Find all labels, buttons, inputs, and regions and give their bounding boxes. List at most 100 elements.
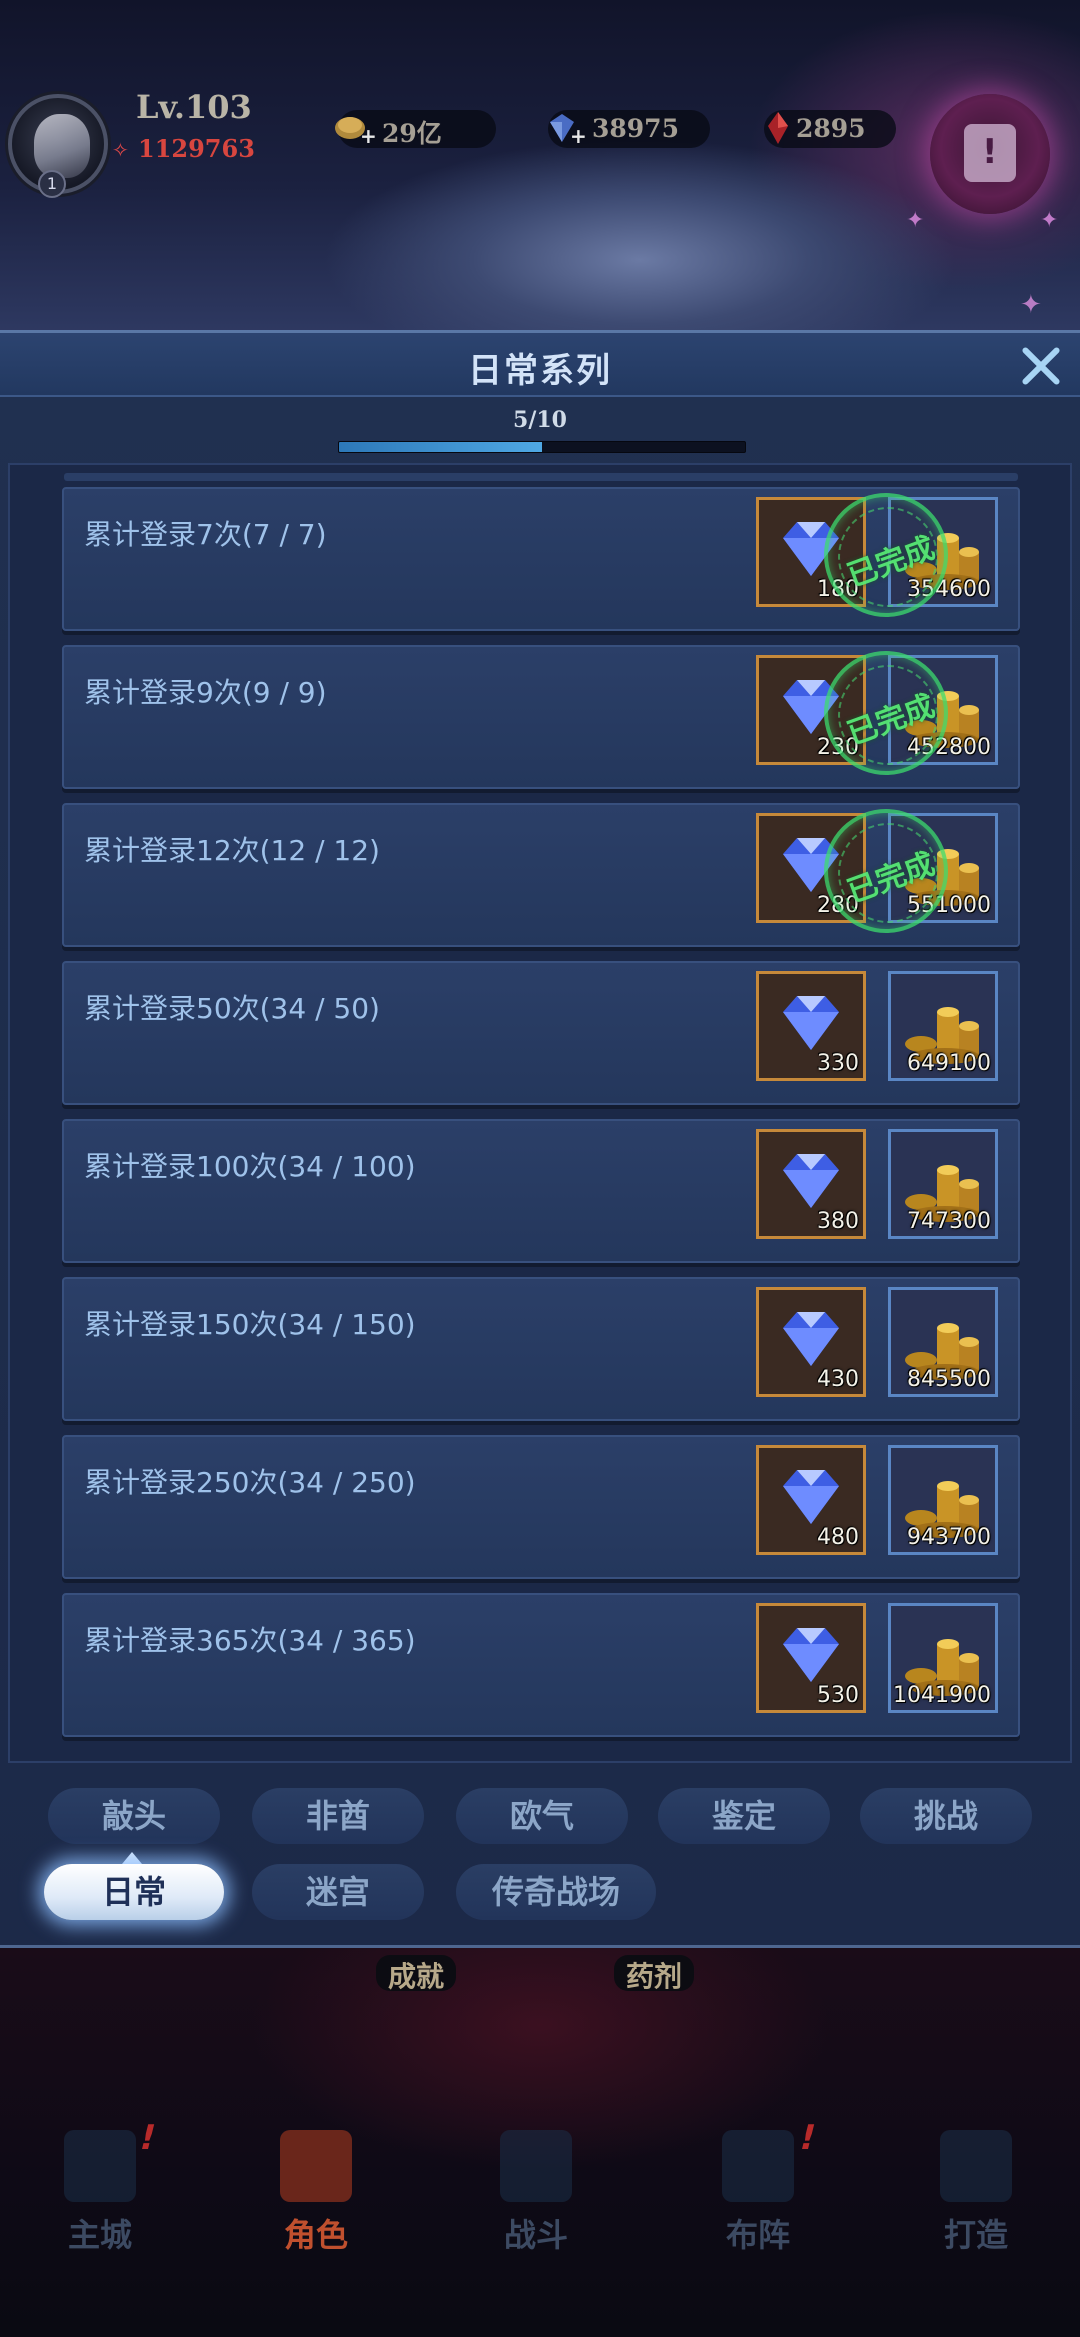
stamp-text: 已完成 <box>842 846 940 911</box>
resource-diamond[interactable]: + 38975 <box>548 110 710 148</box>
tab-jianding[interactable]: 鉴定 <box>658 1788 830 1844</box>
completed-stamp: 已完成 <box>824 651 948 775</box>
nav-main-city[interactable]: 主城 <box>30 2130 170 2280</box>
top-background <box>0 0 1080 340</box>
list-divider <box>64 473 1018 481</box>
gold-reward[interactable]: 747300 <box>888 1129 998 1239</box>
gold-reward[interactable]: 649100 <box>888 971 998 1081</box>
gold-reward[interactable]: 943700 <box>888 1445 998 1555</box>
gold-value: 29亿 <box>382 119 442 148</box>
nav-forge[interactable]: 打造 <box>906 2130 1046 2280</box>
nav-character[interactable]: 角色 <box>246 2130 386 2280</box>
gold-reward[interactable]: 1041900 <box>888 1603 998 1713</box>
task-row[interactable]: 累计登录150次(34 / 150) 430 845500 <box>62 1277 1020 1421</box>
completed-stamp: 已完成 <box>824 493 948 617</box>
task-row[interactable]: 累计登录9次(9 / 9) 230 452800 已完成 <box>62 645 1020 789</box>
task-label: 累计登录50次(34 / 50) <box>84 992 380 1025</box>
gem-reward[interactable]: 480 <box>756 1445 866 1555</box>
anvil-icon <box>940 2130 1012 2202</box>
panel-header: 日常系列 <box>0 333 1080 397</box>
task-row[interactable]: 累计登录250次(34 / 250) 480 943700 <box>62 1435 1020 1579</box>
nav-formation[interactable]: 布阵 <box>688 2130 828 2280</box>
sparkle-icon: ✦ <box>1020 290 1042 320</box>
tab-qiaotou[interactable]: 敲头 <box>48 1788 220 1844</box>
formation-icon <box>722 2130 794 2202</box>
gem-qty: 380 <box>817 1209 859 1234</box>
combat-power-value: 1129763 <box>138 134 255 163</box>
progress-fill <box>339 442 542 452</box>
close-button[interactable] <box>1014 339 1068 393</box>
achievement-label[interactable]: 成就 <box>376 1955 457 1993</box>
gem-qty: 430 <box>817 1367 859 1392</box>
completed-stamp: 已完成 <box>824 809 948 933</box>
add-gold-icon[interactable]: + <box>360 124 377 148</box>
sparkle-icon: ✦ <box>1040 208 1059 233</box>
task-label: 累计登录7次(7 / 7) <box>84 518 327 551</box>
tab-feiqiu[interactable]: 非酋 <box>252 1788 424 1844</box>
resource-gold[interactable]: + 29亿 <box>335 110 496 148</box>
nav-label: 布阵 <box>725 2216 790 2254</box>
gem-qty: 530 <box>817 1683 859 1708</box>
daily-series-panel: 日常系列 5/10 累计登录7次(7 / 7) 180 354600 已完成 累… <box>0 330 1080 1948</box>
task-row[interactable]: 累计登录50次(34 / 50) 330 649100 <box>62 961 1020 1105</box>
gold-reward[interactable]: 845500 <box>888 1287 998 1397</box>
tab-tiaozhan[interactable]: 挑战 <box>860 1788 1032 1844</box>
combat-power: ✧ 1129763 <box>112 134 302 168</box>
task-row[interactable]: 累计登录100次(34 / 100) 380 747300 <box>62 1119 1020 1263</box>
quest-scroll-button[interactable] <box>930 94 1050 214</box>
task-label: 累计登录100次(34 / 100) <box>84 1150 416 1183</box>
gold-qty: 943700 <box>907 1525 991 1550</box>
diamond-value: 38975 <box>592 114 679 143</box>
gold-qty: 845500 <box>907 1367 991 1392</box>
player-level: Lv.103 <box>136 88 252 126</box>
nav-label: 战斗 <box>503 2216 568 2254</box>
task-label: 累计登录250次(34 / 250) <box>84 1466 416 1499</box>
stamp-text: 已完成 <box>842 530 940 595</box>
tab-chuanqi-zhanchang[interactable]: 传奇战场 <box>456 1864 656 1920</box>
crossed-swords-icon <box>500 2130 572 2202</box>
potion-label[interactable]: 药剂 <box>614 1955 695 1993</box>
active-tab-indicator <box>122 1852 142 1864</box>
task-label: 累计登录12次(12 / 12) <box>84 834 380 867</box>
gold-qty: 1041900 <box>893 1683 991 1708</box>
add-diamond-icon[interactable]: + <box>570 124 587 148</box>
nav-label: 打造 <box>943 2216 1008 2254</box>
ruby-icon <box>768 112 788 144</box>
diamond-icon <box>783 996 839 1050</box>
sword-icon: ✧ <box>112 138 129 162</box>
resource-ruby[interactable]: 2895 <box>764 110 896 148</box>
tab-ouqi[interactable]: 欧气 <box>456 1788 628 1844</box>
avatar-portrait <box>34 114 90 178</box>
panel-title: 日常系列 <box>468 351 612 391</box>
gem-reward[interactable]: 380 <box>756 1129 866 1239</box>
task-label: 累计登录150次(34 / 150) <box>84 1308 416 1341</box>
helmet-icon <box>280 2130 352 2202</box>
tab-richang[interactable]: 日常 <box>44 1864 224 1920</box>
tab-migong[interactable]: 迷宫 <box>252 1864 424 1920</box>
task-row[interactable]: 累计登录7次(7 / 7) 180 354600 已完成 <box>62 487 1020 631</box>
diamond-icon <box>783 1470 839 1524</box>
avatar-badge: 1 <box>38 170 66 198</box>
gold-qty: 649100 <box>907 1051 991 1076</box>
task-list[interactable]: 累计登录7次(7 / 7) 180 354600 已完成 累计登录9次(9 / … <box>8 463 1072 1763</box>
nav-label: 角色 <box>283 2216 348 2254</box>
ruby-value: 2895 <box>796 114 866 143</box>
diamond-icon <box>783 1628 839 1682</box>
task-row[interactable]: 累计登录12次(12 / 12) 280 551000 已完成 <box>62 803 1020 947</box>
castle-icon <box>64 2130 136 2202</box>
gold-qty: 747300 <box>907 1209 991 1234</box>
diamond-icon <box>783 1312 839 1366</box>
sparkle-icon: ✦ <box>906 208 925 233</box>
gem-reward[interactable]: 430 <box>756 1287 866 1397</box>
task-row[interactable]: 累计登录365次(34 / 365) 530 1041900 <box>62 1593 1020 1737</box>
gem-reward[interactable]: 530 <box>756 1603 866 1713</box>
progress-bar <box>338 441 746 453</box>
task-label: 累计登录365次(34 / 365) <box>84 1624 416 1657</box>
task-label: 累计登录9次(9 / 9) <box>84 676 327 709</box>
nav-label: 主城 <box>67 2216 132 2254</box>
diamond-icon <box>783 1154 839 1208</box>
stamp-text: 已完成 <box>842 688 940 753</box>
nav-battle[interactable]: 战斗 <box>466 2130 606 2280</box>
scroll-icon <box>964 124 1016 182</box>
gem-reward[interactable]: 330 <box>756 971 866 1081</box>
